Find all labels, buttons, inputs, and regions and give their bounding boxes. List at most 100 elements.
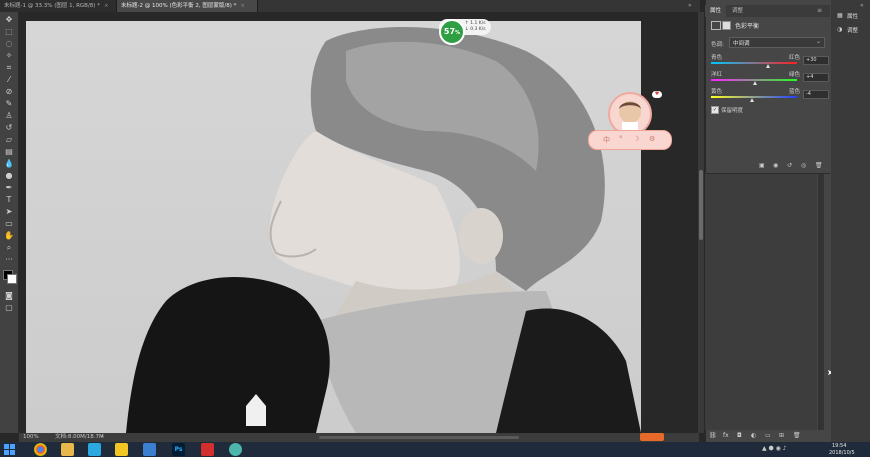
tab-document-1[interactable]: 未标题-1 @ 33.3% (图层 1, RGB/8) * × xyxy=(0,0,117,12)
windows-taskbar xyxy=(0,442,870,457)
tab-adjustments[interactable]: 调整 xyxy=(727,5,748,17)
layer-style-fx-icon[interactable]: fx xyxy=(723,432,729,439)
tray-icons[interactable]: ▲ ⬢ ◉ ♪ xyxy=(762,445,787,452)
percent-value: 57 xyxy=(443,27,456,36)
screen-mode-icon[interactable]: ▢ xyxy=(3,302,15,313)
cyan-red-slider-thumb[interactable] xyxy=(766,64,771,68)
adjustment-title: 色彩平衡 xyxy=(735,23,760,30)
link-layers-icon[interactable]: ⛓ xyxy=(709,432,717,439)
document-photo[interactable] xyxy=(26,21,641,433)
zoom-tool-icon[interactable]: ⌕ xyxy=(3,242,15,253)
yellow-blue-slider-thumb[interactable] xyxy=(749,98,754,102)
slider-1-value-input[interactable]: +30 xyxy=(803,56,829,65)
adjustments-strip-label[interactable]: 调整 xyxy=(847,26,858,34)
path-selection-icon[interactable]: ➤ xyxy=(3,206,15,217)
healing-brush-icon[interactable]: ⊘ xyxy=(3,86,15,97)
slider-2-right-label: 绿色 xyxy=(789,72,801,78)
chevron-double-right-icon[interactable]: » xyxy=(688,3,694,9)
preserve-luminosity-checkbox[interactable]: ✓ xyxy=(711,106,719,114)
dodge-tool-icon[interactable]: ● xyxy=(3,170,15,181)
settings-icon[interactable]: ⚙ xyxy=(649,135,655,143)
document-size: 文档:8.00M/18.7M xyxy=(55,434,104,440)
app-icon-3[interactable] xyxy=(143,443,156,456)
netease-music-icon[interactable] xyxy=(201,443,214,456)
slider-1-left-label: 青色 xyxy=(711,55,723,61)
cyan-red-slider-track[interactable] xyxy=(711,62,797,64)
clone-stamp-icon[interactable]: ♙ xyxy=(3,110,15,121)
quick-mask-icon[interactable]: ◙ xyxy=(3,290,15,301)
grayscale-portrait-image xyxy=(126,27,641,433)
visibility-eye-icon[interactable]: ◎ xyxy=(801,162,806,169)
new-layer-icon[interactable]: ⊞ xyxy=(779,432,784,439)
close-icon[interactable]: × xyxy=(240,3,245,9)
eraser-icon[interactable]: ▱ xyxy=(3,134,15,145)
gradient-tool-icon[interactable]: ▤ xyxy=(3,146,15,157)
chrome-icon[interactable] xyxy=(34,443,47,456)
avatar-icon xyxy=(619,101,641,132)
status-bar: 100% 文档:8.00M/18.7M › xyxy=(19,433,699,442)
background-color-swatch[interactable] xyxy=(7,274,17,284)
scrollbar-thumb[interactable] xyxy=(699,170,703,240)
layers-list-area[interactable] xyxy=(705,174,817,430)
pen-tool-icon[interactable]: ✒ xyxy=(3,182,15,193)
add-mask-icon[interactable]: ◘ xyxy=(737,432,742,439)
zoom-level[interactable]: 100% xyxy=(23,433,39,442)
chinese-mode-icon[interactable]: 中 xyxy=(603,135,610,145)
view-previous-icon[interactable]: ◉ xyxy=(773,162,778,169)
more-tools-icon[interactable]: ··· xyxy=(3,254,15,265)
slider-2-value-input[interactable]: +4 xyxy=(803,73,829,82)
clip-to-layer-icon[interactable]: ▣ xyxy=(759,162,765,169)
delete-trash-icon[interactable]: 🗑 xyxy=(815,162,823,169)
hand-tool-icon[interactable]: ✋ xyxy=(3,230,15,241)
windows-start-icon[interactable] xyxy=(4,444,15,455)
reset-icon[interactable]: ↺ xyxy=(787,162,792,169)
new-adjustment-icon[interactable]: ◐ xyxy=(751,432,756,439)
slider-3-right-label: 蓝色 xyxy=(789,89,801,95)
close-icon[interactable]: × xyxy=(104,3,109,9)
text-tool-icon[interactable]: T xyxy=(3,194,15,205)
app-icon-2[interactable] xyxy=(115,443,128,456)
panel-menu-icon[interactable]: ≡ xyxy=(817,7,822,14)
blur-tool-icon[interactable]: 💧 xyxy=(3,158,15,169)
punctuation-icon[interactable]: ° xyxy=(619,135,623,143)
memory-percent-circle[interactable]: 57% xyxy=(439,19,465,45)
crop-tool-icon[interactable]: ⌗ xyxy=(3,62,15,73)
properties-strip-icon[interactable]: ▦ xyxy=(837,12,843,19)
file-explorer-icon[interactable] xyxy=(61,443,74,456)
magic-wand-icon[interactable]: ✧ xyxy=(3,50,15,61)
yellow-blue-slider-track[interactable] xyxy=(711,96,797,98)
tools-panel: ✥ ⬚ ◌ ✧ ⌗ ⁄ ⊘ ✎ ♙ ↺ ▱ ▤ 💧 ● ✒ T ➤ ▭ ✋ ⌕ … xyxy=(0,12,19,433)
tone-value: 中间调 xyxy=(733,41,750,47)
clock-time[interactable]: 19:54 xyxy=(832,443,846,449)
adjustments-strip-icon[interactable]: ◑ xyxy=(837,26,842,33)
floating-toolbar: 中 ° ☽ ⚙ xyxy=(588,130,672,150)
tone-dropdown[interactable]: 中间调 ⌄ xyxy=(729,37,825,48)
lasso-tool-icon[interactable]: ◌ xyxy=(3,38,15,49)
history-brush-icon[interactable]: ↺ xyxy=(3,122,15,133)
brush-tool-icon[interactable]: ✎ xyxy=(3,98,15,109)
eyedropper-icon[interactable]: ⁄ xyxy=(3,74,15,85)
tray-popup-icon[interactable] xyxy=(640,433,664,441)
status-menu-arrow-icon[interactable]: › xyxy=(101,433,103,442)
layer-mask-icon[interactable] xyxy=(722,21,731,30)
app-icon-4[interactable] xyxy=(229,443,242,456)
moon-icon[interactable]: ☽ xyxy=(633,135,639,143)
clock-date[interactable]: 2018/10/5 xyxy=(829,450,855,456)
layers-scrollbar[interactable] xyxy=(818,174,824,430)
percent-suffix: % xyxy=(455,30,461,36)
horizontal-scrollbar[interactable] xyxy=(319,436,519,439)
tab-properties[interactable]: 属性 xyxy=(705,5,727,17)
tab-document-2[interactable]: 未标题-2 @ 100% (色彩平衡 2, 图层蒙版/8) * × xyxy=(117,0,258,12)
delete-layer-icon[interactable]: 🗑 xyxy=(793,432,801,439)
slider-3-value-input[interactable]: -4 xyxy=(803,90,829,99)
move-tool-icon[interactable]: ✥ xyxy=(3,14,15,25)
app-icon-1[interactable] xyxy=(88,443,101,456)
marquee-tool-icon[interactable]: ⬚ xyxy=(3,26,15,37)
new-group-icon[interactable]: ▭ xyxy=(765,432,771,439)
properties-strip-label[interactable]: 属性 xyxy=(847,12,858,20)
magenta-green-slider-thumb[interactable] xyxy=(753,81,758,85)
photoshop-icon[interactable]: Ps xyxy=(172,443,185,456)
properties-tab-bar: 属性 调整 ≡ xyxy=(705,5,830,17)
shape-tool-icon[interactable]: ▭ xyxy=(3,218,15,229)
collapse-icon[interactable]: « xyxy=(860,2,864,9)
